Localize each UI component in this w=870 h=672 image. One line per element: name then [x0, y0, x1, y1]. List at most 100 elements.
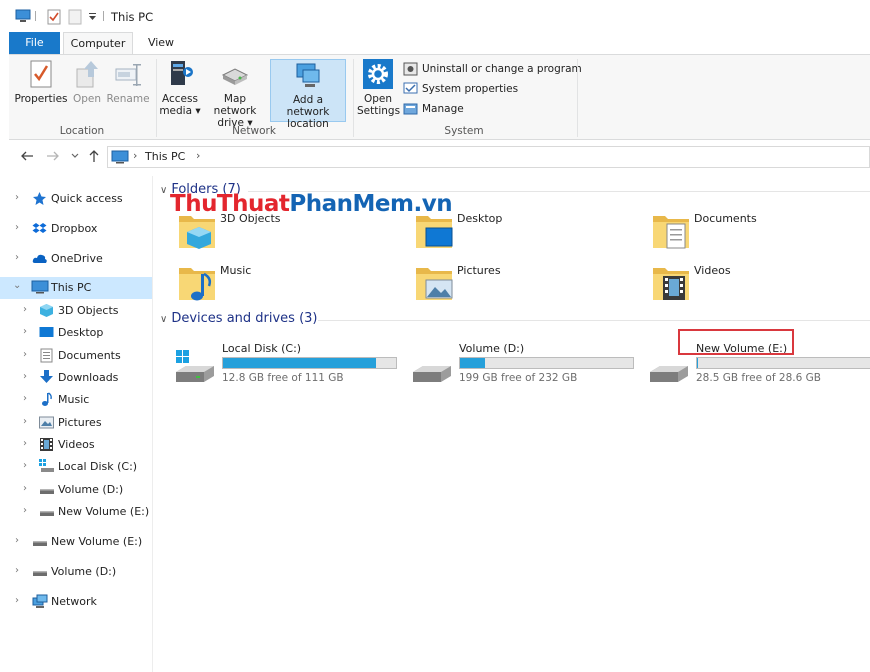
arrow-right-icon[interactable] — [46, 150, 60, 162]
nav-item-pictures[interactable]: › Pictures — [0, 412, 152, 434]
cloud-icon — [32, 254, 47, 263]
rename-label: Rename — [106, 93, 150, 105]
chevron-right-icon[interactable]: › — [15, 252, 19, 263]
folder-3d-objects[interactable]: 3D Objects — [177, 210, 407, 258]
folder-music[interactable]: Music — [177, 262, 407, 310]
nav-item-onedrive[interactable]: › OneDrive — [0, 248, 152, 270]
map-drive-label-1: Map network — [213, 93, 257, 117]
ribbon-tabs: File Computer View — [0, 32, 870, 55]
chevron-right-icon[interactable]: › — [23, 371, 27, 382]
drive-volume-d[interactable]: Volume (D:) 199 GB free of 232 GB — [411, 342, 641, 388]
chevron-right-icon[interactable]: › — [23, 505, 27, 516]
open-button[interactable]: Open — [71, 59, 103, 105]
drive-free-space: 12.8 GB free of 111 GB — [222, 372, 344, 384]
tab-computer[interactable]: Computer — [63, 32, 133, 55]
chevron-right-icon[interactable]: › — [23, 393, 27, 404]
open-settings-button[interactable]: Open Settings — [357, 59, 400, 117]
ribbon-divider — [156, 59, 157, 137]
chevron-down-icon[interactable]: ∨ — [160, 185, 167, 196]
folder-documents[interactable]: Documents — [651, 210, 870, 258]
folder-label: Documents — [694, 212, 757, 225]
system-properties-button[interactable]: System properties — [403, 81, 523, 97]
nav-label: Network — [51, 595, 97, 608]
nav-label: Desktop — [58, 326, 104, 339]
nav-item-dropbox[interactable]: › Dropbox — [0, 218, 152, 240]
nav-item-volume-d-root[interactable]: › Volume (D:) — [0, 561, 152, 583]
nav-item-quick-access[interactable]: › Quick access — [0, 188, 152, 210]
arrow-up-icon[interactable] — [88, 149, 100, 163]
nav-item-new-volume-e[interactable]: › New Volume (E:) — [0, 501, 152, 523]
nav-item-local-disk-c[interactable]: › Local Disk (C:) — [0, 456, 152, 478]
chevron-right-icon[interactable]: › — [23, 416, 27, 427]
breadcrumb-chevron-icon[interactable]: › — [133, 149, 137, 162]
nav-label: OneDrive — [51, 252, 103, 265]
access-media-button[interactable]: Access media ▾ — [159, 59, 201, 117]
nav-item-documents[interactable]: › Documents — [0, 345, 152, 367]
nav-item-network[interactable]: › Network — [0, 591, 152, 613]
chevron-down-icon[interactable]: ∨ — [160, 314, 167, 325]
ribbon-divider — [577, 59, 578, 137]
ribbon-divider — [353, 59, 354, 137]
rename-button[interactable]: Rename — [106, 59, 150, 105]
customize-quick-access-icon[interactable] — [88, 13, 97, 21]
drive-usage-bar — [459, 357, 634, 369]
chevron-right-icon[interactable]: › — [15, 535, 19, 546]
chevron-right-icon[interactable]: › — [15, 595, 19, 606]
nav-item-new-volume-e-root[interactable]: › New Volume (E:) — [0, 531, 152, 553]
folder-label: Pictures — [457, 264, 501, 277]
map-network-drive-button[interactable]: Map network drive ▾ — [202, 59, 268, 129]
nav-item-downloads[interactable]: › Downloads — [0, 367, 152, 389]
manage-button[interactable]: Manage — [403, 101, 473, 117]
chevron-right-icon[interactable]: › — [23, 326, 27, 337]
uninstall-program-button[interactable]: Uninstall or change a program — [403, 61, 582, 77]
nav-item-videos[interactable]: › Videos — [0, 434, 152, 456]
nav-item-desktop[interactable]: › Desktop — [0, 322, 152, 344]
tab-file[interactable]: File — [9, 32, 60, 54]
drive-local-disk-c[interactable]: Local Disk (C:) 12.8 GB free of 111 GB — [174, 342, 404, 388]
chevron-down-icon[interactable]: ⌄ — [13, 280, 21, 291]
properties-icon — [30, 60, 52, 88]
watermark-part: PhanMem — [289, 191, 414, 217]
chevron-down-icon[interactable] — [71, 153, 79, 159]
address-bar[interactable]: › This PC › — [107, 146, 870, 168]
folder-videos[interactable]: Videos — [651, 262, 870, 310]
folder-label: Music — [220, 264, 252, 277]
nav-label: New Volume (E:) — [51, 535, 143, 548]
add-location-label-1: Add a network — [286, 94, 330, 118]
chevron-right-icon[interactable]: › — [15, 192, 19, 203]
video-icon — [40, 438, 53, 451]
properties-button[interactable]: Properties — [13, 59, 69, 105]
breadcrumb-this-pc[interactable]: This PC — [145, 150, 185, 163]
devices-group-header[interactable]: ∨ Devices and drives (3) — [160, 311, 318, 326]
nav-item-3d-objects[interactable]: › 3D Objects — [0, 300, 152, 322]
breadcrumb-chevron-icon[interactable]: › — [196, 149, 200, 162]
chevron-right-icon[interactable]: › — [15, 222, 19, 233]
drive-icon — [413, 366, 451, 382]
watermark-part: ThuThuat — [170, 191, 290, 217]
chevron-right-icon[interactable]: › — [23, 483, 27, 494]
document-icon — [40, 348, 53, 363]
folder-pictures[interactable]: Pictures — [414, 262, 644, 310]
add-network-location-button[interactable]: Add a network location — [270, 59, 346, 130]
new-folder-quick-icon[interactable] — [68, 9, 82, 25]
desktop-icon — [39, 327, 54, 337]
chevron-right-icon[interactable]: › — [23, 460, 27, 471]
chevron-right-icon[interactable]: › — [23, 349, 27, 360]
nav-label: Local Disk (C:) — [58, 460, 138, 473]
folder-desktop[interactable]: Desktop — [414, 210, 644, 258]
system-properties-label: System properties — [422, 83, 519, 95]
nav-item-music[interactable]: › Music — [0, 389, 152, 411]
media-server-icon — [171, 61, 193, 85]
nav-item-this-pc[interactable]: ⌄ This PC — [0, 277, 152, 299]
drive-usage-bar — [222, 357, 397, 369]
nav-label: Documents — [58, 349, 121, 362]
chevron-right-icon[interactable]: › — [23, 438, 27, 449]
arrow-left-icon[interactable] — [20, 150, 34, 162]
chevron-right-icon[interactable]: › — [15, 565, 19, 576]
tab-view[interactable]: View — [141, 32, 181, 54]
properties-quick-icon[interactable] — [47, 9, 61, 25]
nav-label: This PC — [51, 281, 92, 294]
drive-icon — [40, 489, 54, 494]
chevron-right-icon[interactable]: › — [23, 304, 27, 315]
nav-item-volume-d[interactable]: › Volume (D:) — [0, 479, 152, 501]
